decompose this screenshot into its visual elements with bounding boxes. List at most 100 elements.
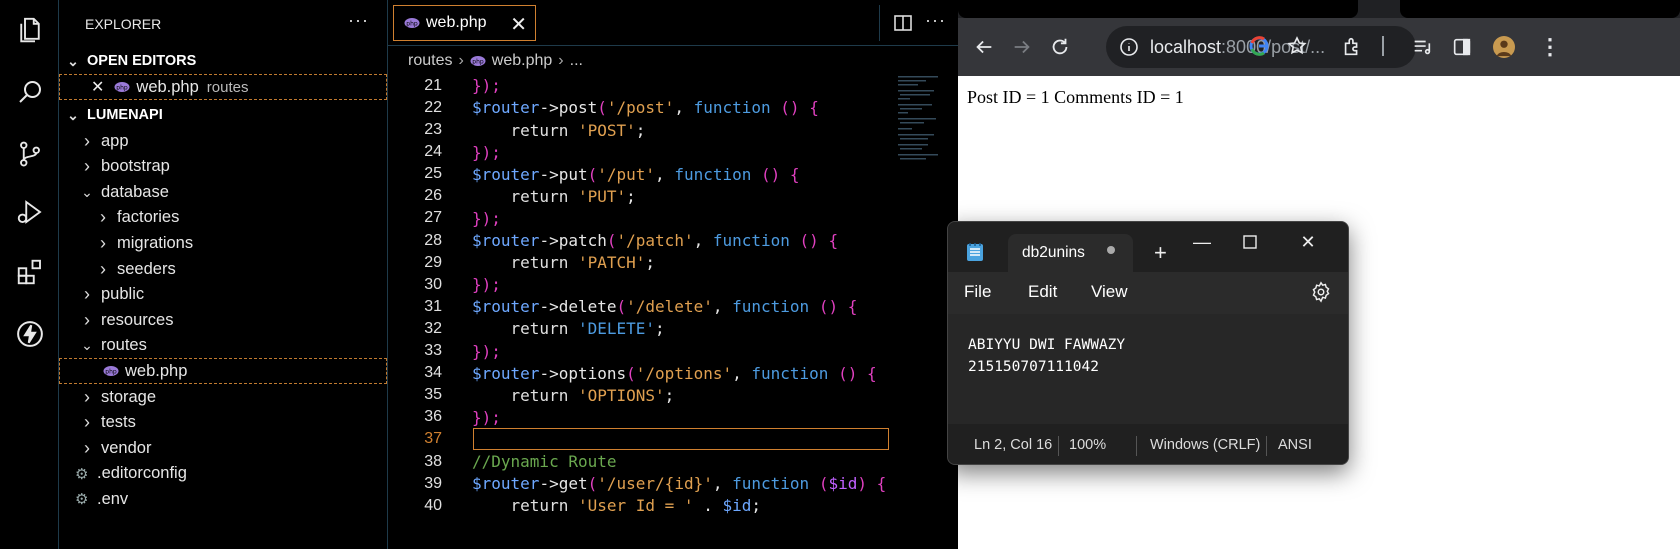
status-encoding[interactable]: ANSI bbox=[1278, 437, 1312, 453]
tree-item-resources[interactable]: › resources bbox=[59, 307, 387, 333]
settings-gear-icon[interactable] bbox=[1310, 281, 1332, 303]
extensions-icon[interactable] bbox=[14, 256, 46, 288]
code-line[interactable]: 31 $router ->delete('/delete', function ()… bbox=[388, 295, 888, 319]
bookmark-star-icon[interactable] bbox=[1286, 35, 1308, 57]
php-file-icon: php bbox=[470, 56, 486, 66]
code-line[interactable]: 30}); bbox=[388, 273, 888, 297]
run-debug-icon[interactable] bbox=[14, 196, 46, 228]
breadcrumb-folder[interactable]: routes bbox=[408, 52, 452, 70]
tree-item-env[interactable]: ⚙ .env bbox=[59, 486, 387, 512]
close-window-button[interactable]: ✕ bbox=[1296, 230, 1320, 254]
explorer-panel: EXPLORER ··· ⌄ OPEN EDITORS ✕ php web.ph… bbox=[59, 0, 388, 549]
editor-more-icon[interactable]: ··· bbox=[925, 10, 946, 31]
code-line[interactable]: 27}); bbox=[388, 207, 888, 231]
profile-avatar[interactable] bbox=[1490, 33, 1518, 61]
code-line[interactable]: 25 $router ->put('/put', function () { bbox=[388, 162, 888, 186]
minimap[interactable] bbox=[896, 74, 944, 184]
tree-item-editorconfig[interactable]: ⚙ .editorconfig bbox=[59, 461, 387, 487]
breadcrumb-file[interactable]: web.php bbox=[492, 52, 553, 70]
code-line[interactable]: 36}); bbox=[388, 406, 888, 430]
browser-tab[interactable] bbox=[958, 0, 1358, 18]
maximize-button[interactable] bbox=[1238, 230, 1262, 254]
line-number: 39 bbox=[424, 474, 442, 492]
tree-item-public[interactable]: › public bbox=[59, 282, 387, 308]
extensions-puzzle-icon[interactable] bbox=[1338, 33, 1366, 61]
search-icon[interactable] bbox=[14, 76, 46, 108]
notepad-tab[interactable]: db2unins bbox=[1008, 234, 1133, 272]
code-token: $id bbox=[722, 496, 752, 516]
code-line[interactable]: 24}); bbox=[388, 140, 888, 164]
notepad-window: db2unins + — ✕ File Edit View ABIYYU DWI… bbox=[947, 221, 1349, 465]
open-editor-item[interactable]: ✕ php web.php routes bbox=[59, 74, 387, 100]
line-number: 25 bbox=[424, 165, 442, 183]
site-info-icon[interactable] bbox=[1118, 36, 1140, 58]
tree-item-bootstrap[interactable]: › bootstrap bbox=[59, 154, 387, 180]
line-number: 21 bbox=[424, 76, 442, 94]
text-line: 215150707111042 bbox=[968, 359, 1099, 375]
google-lens-icon[interactable] bbox=[1248, 35, 1270, 57]
code-token: }); bbox=[472, 275, 501, 295]
browser-tab[interactable] bbox=[1400, 0, 1680, 18]
code-line[interactable]: 40 return 'User Id = ' . $id; bbox=[388, 494, 888, 518]
code-line[interactable]: 35 return 'OPTIONS'; bbox=[388, 383, 888, 407]
split-editor-icon[interactable] bbox=[893, 13, 913, 33]
status-cursor-position[interactable]: Ln 2, Col 16 bbox=[974, 437, 1052, 453]
tree-item-storage[interactable]: › storage bbox=[59, 384, 387, 410]
tree-item-vendor[interactable]: › vendor bbox=[59, 435, 387, 461]
status-zoom[interactable]: 100% bbox=[1069, 437, 1106, 453]
project-section[interactable]: ⌄ LUMENAPI bbox=[59, 102, 387, 128]
code-line[interactable]: 29 return 'PATCH'; bbox=[388, 251, 888, 275]
code-line[interactable]: 26 return 'PUT'; bbox=[388, 185, 888, 209]
line-number: 36 bbox=[424, 408, 442, 426]
tree-item-database[interactable]: ⌄ database bbox=[59, 179, 387, 205]
forward-button[interactable] bbox=[1008, 33, 1036, 61]
minimize-button[interactable]: — bbox=[1190, 230, 1214, 254]
tree-item-app[interactable]: › app bbox=[59, 128, 387, 154]
code-line[interactable]: 38 //Dynamic Route bbox=[388, 450, 888, 474]
tree-item-factories[interactable]: › factories bbox=[59, 205, 387, 231]
side-panel-icon[interactable] bbox=[1448, 33, 1476, 61]
code-line[interactable]: 22 $router ->post('/post', function () { bbox=[388, 96, 888, 120]
php-file-icon: php bbox=[114, 82, 130, 92]
unsaved-dot-icon[interactable] bbox=[1107, 246, 1115, 254]
menu-view[interactable]: View bbox=[1091, 282, 1128, 302]
code-line[interactable]: 39 $router ->get('/user/{id}', function ($… bbox=[388, 472, 888, 496]
tree-item-migrations[interactable]: › migrations bbox=[59, 230, 387, 256]
close-tab-icon[interactable]: ✕ bbox=[510, 12, 527, 37]
tree-item-tests[interactable]: › tests bbox=[59, 410, 387, 436]
close-icon[interactable]: ✕ bbox=[91, 77, 104, 97]
code-line[interactable]: 33}); bbox=[388, 339, 888, 363]
source-control-icon[interactable] bbox=[14, 138, 46, 170]
menu-edit[interactable]: Edit bbox=[1028, 282, 1057, 302]
notepad-text-area[interactable]: ABIYYU DWI FAWWAZY 215150707111042 bbox=[948, 314, 1348, 424]
tab-web-php[interactable]: php web.php ✕ bbox=[393, 5, 536, 41]
code-line[interactable]: 23 return 'POST'; bbox=[388, 118, 888, 142]
code-token: () bbox=[780, 98, 800, 118]
code-line[interactable]: 34 $router ->options('/options', function … bbox=[388, 361, 888, 385]
code-line[interactable]: 32 return 'DELETE'; bbox=[388, 317, 888, 341]
tree-item-webphp[interactable]: php web.php bbox=[59, 358, 387, 385]
browser-menu-icon[interactable]: ⋮ bbox=[1536, 33, 1564, 61]
media-queue-icon[interactable] bbox=[1408, 33, 1436, 61]
code-line[interactable]: 21}); bbox=[388, 74, 888, 98]
status-line-ending[interactable]: Windows (CRLF) bbox=[1150, 437, 1260, 453]
explorer-more-icon[interactable]: ··· bbox=[348, 10, 369, 31]
code-token: '/options' bbox=[635, 363, 733, 383]
tree-item-label: vendor bbox=[101, 438, 152, 457]
new-tab-plus-icon[interactable]: + bbox=[1154, 240, 1167, 266]
breadcrumb-symbol[interactable]: ... bbox=[570, 52, 583, 70]
lightning-icon[interactable] bbox=[14, 318, 46, 350]
menu-file[interactable]: File bbox=[964, 282, 991, 302]
reload-button[interactable] bbox=[1046, 33, 1074, 61]
code-line[interactable]: 28 $router ->patch('/patch', function () { bbox=[388, 229, 888, 253]
code-editor[interactable]: 21}); 22 $router ->post('/post', function (… bbox=[388, 74, 888, 549]
tree-item-seeders[interactable]: › seeders bbox=[59, 256, 387, 282]
open-editors-section[interactable]: ⌄ OPEN EDITORS bbox=[59, 48, 387, 74]
code-token: { bbox=[876, 474, 887, 494]
back-button[interactable] bbox=[970, 33, 998, 61]
tree-item-routes[interactable]: ⌄ routes bbox=[59, 333, 387, 359]
explorer-files-icon[interactable] bbox=[14, 14, 46, 46]
code-token: () bbox=[838, 363, 858, 383]
